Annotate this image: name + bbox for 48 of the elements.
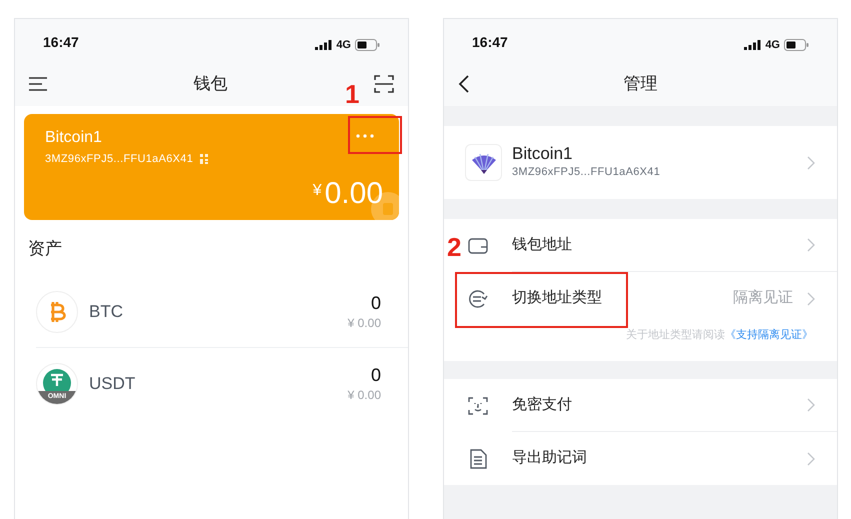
wallet-row[interactable]: Bitcoin1 3MZ96xFPJ5...FFU1aA6X41	[444, 126, 837, 199]
menu-label[interactable]: 导出助记词	[512, 447, 807, 470]
document-icon	[469, 448, 487, 468]
chevron-right-icon	[807, 398, 815, 412]
annotation-number: 2	[447, 232, 462, 262]
menu-value: 隔离见证	[733, 288, 793, 308]
asset-amount: 0	[370, 364, 381, 386]
signal-icon	[744, 40, 762, 50]
asset-value: ¥ 0.00	[348, 387, 381, 404]
network-label: 4G	[765, 38, 780, 52]
annotation-frame	[348, 116, 402, 154]
battery-icon	[784, 38, 809, 51]
wallet-name: Bitcoin1	[512, 144, 574, 164]
status-time: 16:47	[43, 33, 79, 52]
wallet-icon	[468, 238, 488, 254]
note-text: 关于地址类型请阅读	[626, 328, 725, 343]
chevron-right-icon	[807, 292, 815, 306]
asset-amount: 0	[370, 292, 381, 314]
asset-symbol: BTC	[89, 300, 124, 323]
asset-value: ¥ 0.00	[348, 314, 381, 332]
wallet-avatar	[465, 144, 502, 181]
battery-icon	[355, 38, 380, 51]
balance-amount: 0.00	[324, 176, 383, 212]
menu-icon[interactable]	[29, 76, 47, 90]
menu-label[interactable]: 免密支付	[512, 394, 807, 416]
face-scan-icon	[468, 396, 488, 416]
back-icon[interactable]	[458, 74, 469, 92]
bitcoin-logo	[36, 290, 78, 332]
screen-title: 管理	[624, 72, 658, 95]
chevron-right-icon	[807, 238, 815, 252]
asset-row[interactable]: BTC 0 ¥ 0.00	[36, 276, 408, 348]
screen-title: 钱包	[194, 72, 228, 95]
wallet-address: 3MZ96xFPJ5...FFU1aA6X41	[512, 165, 662, 180]
network-label: 4G	[336, 38, 351, 52]
wallet-address: 3MZ96xFPJ5...FFU1aA6X41	[45, 152, 194, 167]
wallet-name: Bitcoin1	[45, 128, 103, 148]
menu-label[interactable]: 钱包地址	[512, 234, 807, 256]
scan-icon[interactable]	[374, 74, 394, 92]
switch-icon	[467, 288, 489, 308]
section-title: 资产	[28, 239, 62, 258]
signal-icon	[315, 40, 332, 50]
chevron-right-icon	[807, 156, 815, 170]
chevron-right-icon	[807, 452, 815, 466]
currency-symbol: ¥	[312, 181, 322, 201]
annotation-number: 1	[345, 79, 360, 109]
menu-label[interactable]: 切换地址类型	[512, 287, 733, 310]
asset-symbol: USDT	[89, 373, 136, 396]
status-time: 16:47	[472, 33, 508, 52]
